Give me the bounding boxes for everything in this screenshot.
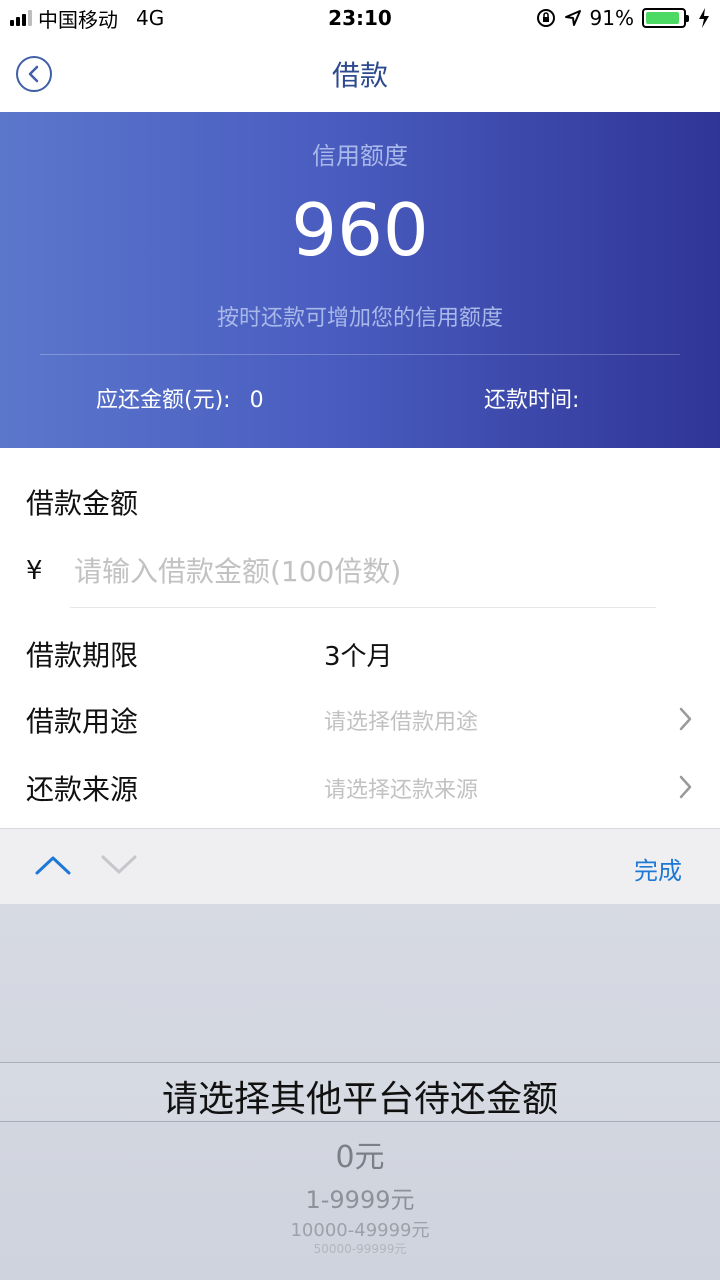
done-button[interactable]: 完成	[634, 851, 682, 886]
loan-term-row[interactable]: 借款期限 3个月	[26, 630, 694, 678]
credit-banner: 信用额度 960 按时还款可增加您的信用额度 应还金额(元): 0 还款时间:	[0, 112, 720, 448]
amount-divider	[70, 607, 656, 608]
chevron-left-icon	[28, 65, 39, 83]
repay-time-label: 还款时间:	[484, 388, 580, 413]
loan-term-label: 借款期限	[26, 639, 139, 672]
credit-tip: 按时还款可增加您的信用额度	[216, 306, 503, 331]
chevron-right-icon	[679, 775, 692, 799]
battery-percent: 91%	[589, 6, 634, 30]
repay-source-label: 还款来源	[26, 773, 139, 806]
repay-source-placeholder: 请选择还款来源	[324, 778, 479, 803]
keyboard-accessory-bar: 完成	[0, 828, 720, 904]
banner-divider	[40, 354, 680, 355]
status-bar: 中国移动 4G 23:10 91%	[0, 0, 720, 36]
currency-symbol: ¥	[26, 556, 43, 586]
picker-option[interactable]: 1-9999元	[0, 1180, 720, 1215]
loan-purpose-row[interactable]: 借款用途 请选择借款用途	[26, 696, 694, 744]
loan-term-value: 3个月	[324, 641, 393, 672]
location-arrow-icon	[564, 10, 581, 26]
loan-purpose-placeholder: 请选择借款用途	[324, 710, 479, 735]
orientation-lock-icon	[536, 9, 555, 27]
picker-wheel[interactable]: 请选择其他平台待还金额 0元 1-9999元 10000-49999元 5000…	[0, 904, 720, 1280]
chevron-up-icon[interactable]	[34, 853, 72, 877]
carrier-label: 中国移动	[38, 7, 118, 32]
status-right: 91%	[536, 6, 710, 30]
page-title: 借款	[331, 59, 388, 92]
status-left: 中国移动 4G	[10, 4, 164, 33]
repay-source-row[interactable]: 还款来源 请选择还款来源	[26, 764, 694, 812]
due-amount: 应还金额(元): 0	[96, 382, 264, 414]
due-amount-label: 应还金额(元):	[96, 388, 231, 413]
picker-option[interactable]: 0元	[0, 1132, 720, 1176]
due-amount-value: 0	[249, 388, 264, 413]
loan-amount-input[interactable]	[72, 553, 632, 589]
picker-option[interactable]: 10000-49999元	[0, 1216, 720, 1242]
charging-bolt-icon	[699, 8, 709, 28]
chevron-down-icon[interactable]	[100, 853, 138, 877]
network-label: 4G	[136, 6, 165, 30]
picker-selected-option[interactable]: 请选择其他平台待还金额	[0, 1070, 720, 1122]
picker-option[interactable]: 50000-99999元	[0, 1240, 720, 1257]
credit-limit-amount: 960	[291, 188, 429, 272]
battery-icon	[642, 8, 689, 28]
chevron-right-icon	[679, 707, 692, 731]
loan-amount-row: ¥	[26, 546, 694, 596]
loan-amount-title: 借款金额	[26, 487, 139, 520]
signal-icon	[10, 10, 32, 26]
nav-bar: 借款	[0, 36, 720, 112]
back-button[interactable]	[16, 56, 52, 92]
loan-purpose-label: 借款用途	[26, 705, 139, 738]
credit-limit-label: 信用额度	[312, 142, 408, 170]
